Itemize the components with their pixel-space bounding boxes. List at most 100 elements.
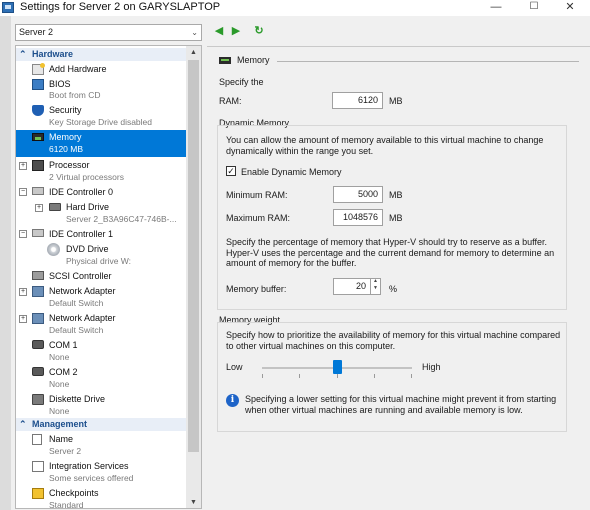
memory-weight-info-text: Specifying a lower setting for this virt… bbox=[245, 394, 557, 415]
tree-item-label: IDE Controller 1 bbox=[49, 229, 114, 239]
info-icon: i bbox=[226, 394, 239, 407]
minimize-button[interactable]: — bbox=[476, 0, 516, 16]
tree-item-sublabel: None bbox=[49, 352, 70, 362]
scroll-down-arrow-icon[interactable]: ▼ bbox=[186, 496, 201, 508]
tree-item-network-adapter-2[interactable]: + Network Adapter Default Switch bbox=[16, 311, 187, 337]
slider-high-label: High bbox=[422, 362, 441, 372]
tree-item-com-2[interactable]: COM 2 None bbox=[16, 365, 187, 391]
server-select[interactable]: Server 2 ⌄ bbox=[15, 24, 202, 41]
spin-down-icon[interactable]: ▼ bbox=[371, 285, 380, 292]
tree-item-security[interactable]: Security Key Storage Drive disabled bbox=[16, 103, 187, 129]
tree-item-sublabel: None bbox=[49, 406, 70, 416]
tree-item-sublabel: Default Switch bbox=[49, 298, 104, 308]
add-hardware-icon bbox=[32, 63, 45, 75]
com-port-icon bbox=[32, 340, 44, 349]
ram-unit: MB bbox=[389, 96, 403, 106]
ide-controller-icon bbox=[32, 187, 44, 195]
scroll-up-arrow-icon[interactable]: ▲ bbox=[186, 46, 201, 60]
expand-icon[interactable]: + bbox=[19, 288, 27, 296]
slider-tick bbox=[299, 374, 300, 378]
hardware-section-header[interactable]: ⌃ Hardware bbox=[16, 48, 187, 61]
tree-item-label: IDE Controller 0 bbox=[49, 187, 114, 197]
tree-item-sublabel: 2 Virtual processors bbox=[49, 172, 124, 182]
specify-label: Specify the bbox=[219, 77, 264, 87]
management-section-header[interactable]: ⌃ Management bbox=[16, 418, 187, 431]
tree-item-label: Add Hardware bbox=[49, 64, 107, 74]
memory-chip-icon bbox=[219, 57, 231, 64]
name-tag-icon bbox=[32, 434, 42, 445]
bios-icon bbox=[32, 79, 44, 90]
tree-scrollbar[interactable]: ▲ ▼ bbox=[186, 46, 201, 508]
slider-low-label: Low bbox=[226, 362, 243, 372]
memory-weight-slider-thumb[interactable] bbox=[332, 360, 342, 374]
management-label: Management bbox=[32, 419, 88, 429]
tree-item-ide-controller-1[interactable]: − IDE Controller 1 bbox=[16, 227, 187, 241]
maximum-ram-input[interactable]: 1048576 bbox=[333, 209, 383, 226]
tree-item-diskette-drive[interactable]: Diskette Drive None bbox=[16, 392, 187, 418]
scrollbar-thumb[interactable] bbox=[188, 60, 199, 452]
tree-item-label: DVD Drive bbox=[66, 244, 109, 254]
maximize-button[interactable]: ☐ bbox=[514, 0, 554, 16]
memory-panel-header: Memory bbox=[219, 55, 579, 67]
network-adapter-icon bbox=[32, 286, 44, 297]
tree-item-bios[interactable]: BIOS Boot from CD bbox=[16, 77, 187, 102]
close-button[interactable]: ✕ bbox=[550, 0, 590, 16]
integration-services-icon bbox=[32, 461, 44, 472]
tree-item-sublabel: Default Switch bbox=[49, 325, 104, 335]
tree-item-hard-drive[interactable]: + Hard Drive Server 2_B3A96C47-746B-... bbox=[16, 200, 187, 226]
tree-item-name[interactable]: Name Server 2 bbox=[16, 432, 187, 458]
collapse-chevron-icon: ⌃ bbox=[19, 419, 27, 429]
expand-icon[interactable]: + bbox=[19, 315, 27, 323]
tree-item-network-adapter-1[interactable]: + Network Adapter Default Switch bbox=[16, 284, 187, 310]
settings-dialog: Server 2 ⌄ ◀ ▶ ↻ ⌃ Hardware Add Hardware… bbox=[11, 16, 590, 510]
tree-item-integration-services[interactable]: Integration Services Some services offer… bbox=[16, 459, 187, 485]
ide-controller-icon bbox=[32, 229, 44, 237]
minimum-ram-input[interactable]: 5000 bbox=[333, 186, 383, 203]
network-adapter-icon bbox=[32, 313, 44, 324]
processor-icon bbox=[32, 160, 44, 171]
slider-tick bbox=[374, 374, 375, 378]
slider-tick bbox=[411, 374, 412, 378]
diskette-icon bbox=[32, 394, 44, 405]
tree-item-sublabel: None bbox=[49, 379, 70, 389]
memory-buffer-value: 20 bbox=[355, 281, 366, 291]
window-title: Settings for Server 2 on GARYSLAPTOP bbox=[20, 1, 221, 13]
tree-item-memory[interactable]: Memory 6120 MB bbox=[16, 130, 187, 157]
expand-icon[interactable]: + bbox=[19, 162, 27, 170]
hardware-label: Hardware bbox=[32, 49, 74, 59]
dynamic-memory-description: You can allow the amount of memory avail… bbox=[226, 135, 544, 156]
tree-item-add-hardware[interactable]: Add Hardware bbox=[16, 62, 187, 76]
slider-tick bbox=[262, 374, 263, 378]
spin-up-icon[interactable]: ▲ bbox=[371, 278, 380, 285]
settings-tree: ⌃ Hardware Add Hardware BIOS Boot from C… bbox=[15, 45, 202, 509]
tree-item-label: Hard Drive bbox=[66, 202, 110, 212]
tree-item-scsi-controller[interactable]: SCSI Controller bbox=[16, 269, 187, 283]
ram-label: RAM: bbox=[219, 96, 242, 106]
tree-item-ide-controller-0[interactable]: − IDE Controller 0 bbox=[16, 185, 187, 199]
tree-item-label: COM 2 bbox=[49, 367, 78, 377]
server-select-value: Server 2 bbox=[19, 27, 54, 37]
checkpoint-icon bbox=[32, 488, 44, 499]
memory-buffer-spinner[interactable]: 20 ▲ ▼ bbox=[333, 278, 381, 295]
tree-item-checkpoints[interactable]: Checkpoints Standard bbox=[16, 486, 187, 508]
enable-dynamic-memory-checkbox[interactable]: ✓ bbox=[226, 166, 236, 176]
memory-chip-icon bbox=[32, 133, 44, 141]
tree-item-label: Memory bbox=[49, 132, 82, 142]
expand-icon[interactable]: + bbox=[35, 204, 43, 212]
tree-item-com-1[interactable]: COM 1 None bbox=[16, 338, 187, 364]
tree-item-label: Security bbox=[49, 105, 82, 115]
tree-item-sublabel: Key Storage Drive disabled bbox=[49, 117, 153, 127]
scsi-controller-icon bbox=[32, 271, 44, 280]
collapse-icon[interactable]: − bbox=[19, 230, 27, 238]
header-divider bbox=[277, 61, 579, 62]
memory-weight-description: Specify how to prioritize the availabili… bbox=[226, 330, 561, 351]
ram-input[interactable]: 6120 bbox=[332, 92, 383, 109]
spinner-arrows[interactable]: ▲ ▼ bbox=[370, 278, 380, 295]
tree-item-label: Processor bbox=[49, 160, 90, 170]
tree-item-dvd-drive[interactable]: DVD Drive Physical drive W: bbox=[16, 242, 187, 268]
enable-dynamic-memory-label: Enable Dynamic Memory bbox=[241, 167, 342, 177]
tree-item-sublabel: Server 2 bbox=[49, 446, 82, 456]
hard-drive-icon bbox=[49, 203, 61, 211]
tree-item-processor[interactable]: + Processor 2 Virtual processors bbox=[16, 158, 187, 184]
collapse-icon[interactable]: − bbox=[19, 188, 27, 196]
